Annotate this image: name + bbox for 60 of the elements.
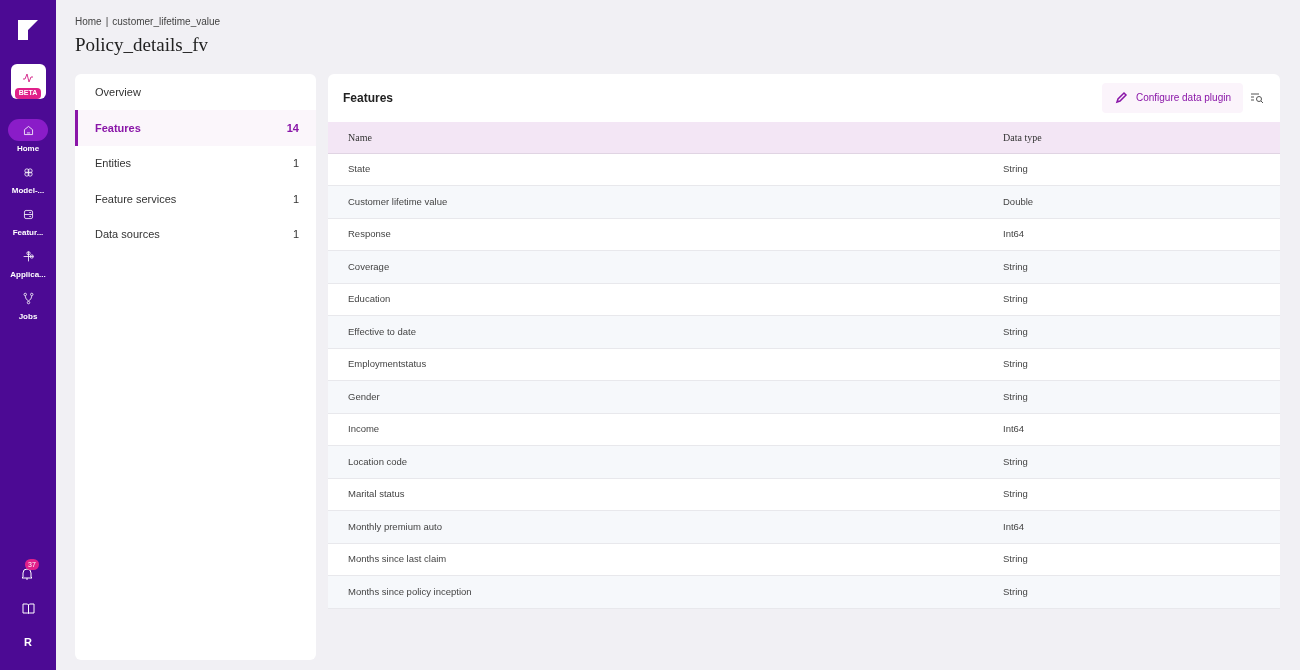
table-cell-text: Location code xyxy=(347,454,409,469)
column-header[interactable]: Data type xyxy=(1003,129,1280,145)
table-cell-text: String xyxy=(1003,584,1029,599)
wave-icon xyxy=(22,72,34,84)
breadcrumb-link[interactable]: Home xyxy=(75,14,102,29)
jobs-nav-icon xyxy=(21,291,35,305)
features-nav-icon xyxy=(21,207,35,221)
nav-item[interactable]: Applica... xyxy=(4,245,52,281)
models-nav-icon xyxy=(21,165,35,179)
nav-item[interactable]: Featur... xyxy=(4,203,52,239)
table-cell-text: Gender xyxy=(347,389,381,404)
table-cell-text: Int64 xyxy=(1003,519,1026,534)
table-cell-text: Months since last claim xyxy=(347,552,448,567)
breadcrumb-current: customer_lifetime_value xyxy=(112,15,221,29)
breadcrumb-separator: | xyxy=(105,15,109,29)
table-cell-text: String xyxy=(1003,324,1029,339)
menu-count: 1 xyxy=(292,191,299,207)
column-header[interactable]: Name xyxy=(328,129,1003,145)
menu-item[interactable]: Features 14 xyxy=(75,110,316,146)
table-cell-text: Double xyxy=(1003,194,1035,209)
table-cell-text: Customer lifetime value xyxy=(347,194,449,209)
menu-item[interactable]: Data sources 1 xyxy=(75,216,316,252)
logo-icon xyxy=(18,20,38,40)
nav-item[interactable]: Jobs xyxy=(4,287,52,323)
table-cell-text: String xyxy=(1003,357,1029,372)
nav-item[interactable]: Model-... xyxy=(4,161,52,197)
book-icon[interactable] xyxy=(21,602,35,614)
menu-item[interactable]: Entities 1 xyxy=(75,145,316,181)
table-cell-text: String xyxy=(1003,292,1029,307)
table-cell-text: Int64 xyxy=(1003,422,1026,437)
menu-count: 1 xyxy=(292,227,299,242)
user-avatar[interactable]: R xyxy=(24,633,32,650)
table-cell-text: Monthly premium auto xyxy=(347,519,443,534)
bell-icon[interactable] xyxy=(20,566,34,581)
table-cell-text: String xyxy=(1003,454,1029,469)
page-title: Policy_details_fv xyxy=(75,33,209,57)
table-cell-text: Education xyxy=(347,292,392,307)
table-cell-text: Marital status xyxy=(347,487,406,502)
configure-plugin-button[interactable]: Configure data plugin xyxy=(1101,82,1243,113)
panel-title: Features xyxy=(343,89,394,107)
pencil-icon xyxy=(1113,90,1128,105)
table-cell-text: Months since policy inception xyxy=(347,584,473,599)
table-cell-text: String xyxy=(1003,552,1029,567)
table-cell-text: String xyxy=(1003,162,1029,177)
table-cell-text: Effective to date xyxy=(347,324,417,339)
table-cell-text: Employmentstatus xyxy=(347,357,428,372)
table-cell-text: State xyxy=(347,162,372,177)
menu-count: 14 xyxy=(286,120,299,136)
menu-item[interactable]: Overview xyxy=(75,74,316,110)
search-list-icon[interactable] xyxy=(1251,92,1264,103)
table-cell-text: String xyxy=(1003,487,1029,502)
table-cell-text: Int64 xyxy=(1003,227,1026,242)
home-nav-icon xyxy=(21,123,35,137)
table-cell-text: String xyxy=(1003,389,1029,404)
table-cell-text: Coverage xyxy=(347,259,391,274)
table-cell-text: Income xyxy=(347,422,381,437)
table-cell-text: String xyxy=(1003,259,1029,274)
menu-item[interactable]: Feature services 1 xyxy=(75,181,316,217)
menu-count: 1 xyxy=(292,156,299,171)
table-cell-text: Response xyxy=(347,227,392,242)
